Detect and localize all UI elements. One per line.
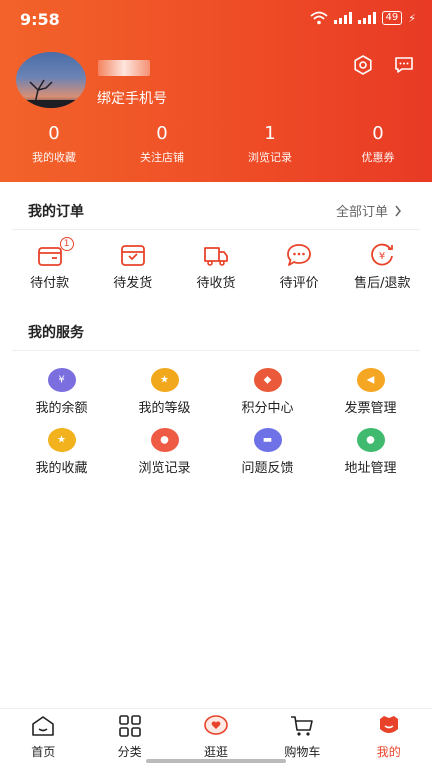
points-icon: ◆	[253, 368, 282, 392]
service-label: 我的收藏	[35, 461, 88, 476]
tab-label: 购物车	[284, 745, 321, 759]
services-title: 我的服务	[28, 325, 84, 341]
service-label: 发票管理	[344, 401, 397, 416]
cart-icon	[291, 716, 314, 736]
service-label: 我的等级	[138, 401, 191, 416]
avatar-image	[16, 79, 86, 108]
level-icon: ★	[150, 368, 179, 392]
status-time: 9:58	[20, 10, 60, 29]
service-label: 我的余额	[35, 401, 88, 416]
stat-value: 0	[156, 123, 168, 144]
services-grid: ¥ 我的余额 ★ 我的等级 ◆ 积分中心 ◀ 发票管理 ★ 我的收藏 ● 浏览记…	[10, 368, 422, 488]
order-pending-shipment[interactable]: 待发货	[94, 242, 172, 291]
order-label: 待收货	[196, 276, 236, 291]
svg-text:¥: ¥	[379, 251, 385, 262]
stat-value: 0	[48, 123, 60, 144]
balance-icon: ¥	[47, 368, 76, 392]
order-label: 待付款	[30, 276, 70, 291]
stat-value: 0	[372, 123, 384, 144]
status-indicators: 49 ⚡	[309, 11, 416, 25]
service-label: 浏览记录	[138, 461, 191, 476]
service-label: 地址管理	[344, 461, 397, 476]
grid-icon	[118, 715, 141, 737]
signal-icon	[357, 12, 376, 24]
charging-icon: ⚡	[408, 11, 416, 25]
signal-icon	[333, 12, 352, 24]
order-label: 售后/退款	[354, 276, 411, 291]
history-icon: ●	[150, 428, 179, 452]
tab-home[interactable]: 首页	[0, 709, 86, 768]
username-redacted	[98, 60, 150, 76]
stat-label: 浏览记录	[248, 151, 292, 164]
order-label: 待评价	[279, 276, 319, 291]
stat-browse-history[interactable]: 1 浏览记录	[216, 124, 324, 165]
stat-followed-shops[interactable]: 0 关注店铺	[108, 124, 216, 165]
chevron-right-icon	[395, 205, 401, 216]
message-icon[interactable]	[393, 54, 415, 76]
status-bar: 9:58 49 ⚡	[0, 0, 432, 38]
home-icon	[32, 716, 54, 736]
order-status-row: 1 待付款 待发货 待收货 待评价 ¥ 售后/退款	[0, 237, 432, 291]
home-indicator	[146, 759, 286, 763]
order-pending-receipt[interactable]: 待收货	[177, 242, 255, 291]
battery-icon: 49	[381, 11, 403, 25]
service-label: 积分中心	[241, 401, 294, 416]
truck-icon	[204, 247, 228, 266]
order-count-badge: 1	[59, 237, 74, 251]
service-balance[interactable]: ¥ 我的余额	[10, 368, 113, 428]
tab-mine[interactable]: 我的	[346, 709, 432, 768]
stat-value: 1	[264, 123, 276, 144]
stat-label: 优惠券	[361, 151, 395, 164]
service-address[interactable]: ● 地址管理	[319, 428, 422, 488]
service-feedback[interactable]: ▬ 问题反馈	[216, 428, 319, 488]
feedback-icon: ▬	[253, 428, 282, 452]
all-orders-label: 全部订单	[335, 205, 388, 220]
profile-header: 9:58 49 ⚡ 绑定手机号 0 我的收藏 0 关注店铺 1 浏览记录 0 优…	[0, 0, 432, 182]
order-pending-review[interactable]: 待评价	[260, 242, 338, 291]
divider	[12, 229, 420, 230]
stat-label: 我的收藏	[32, 151, 76, 164]
stat-coupons[interactable]: 0 优惠券	[324, 124, 432, 165]
tab-label: 我的	[376, 745, 401, 759]
service-label: 问题反馈	[241, 461, 294, 476]
avatar[interactable]	[16, 52, 86, 108]
address-icon: ●	[356, 428, 385, 452]
bind-phone-link[interactable]: 绑定手机号	[97, 88, 167, 108]
orders-title: 我的订单	[28, 204, 84, 220]
wifi-icon	[309, 11, 328, 25]
service-history[interactable]: ● 浏览记录	[113, 428, 216, 488]
comment-icon	[287, 244, 312, 266]
profile-icon	[379, 716, 398, 733]
favorite-icon: ★	[47, 428, 76, 452]
divider	[12, 350, 420, 351]
service-points[interactable]: ◆ 积分中心	[216, 368, 319, 428]
all-orders-link[interactable]: 全部订单	[336, 201, 402, 220]
settings-icon[interactable]	[352, 54, 374, 76]
order-after-sale-refund[interactable]: ¥ 售后/退款	[343, 242, 421, 291]
tab-label: 分类	[117, 745, 142, 759]
service-invoice[interactable]: ◀ 发票管理	[319, 368, 422, 428]
service-level[interactable]: ★ 我的等级	[113, 368, 216, 428]
service-favorites[interactable]: ★ 我的收藏	[10, 428, 113, 488]
tab-label: 首页	[31, 745, 56, 759]
tab-label: 逛逛	[203, 745, 228, 759]
package-icon	[120, 245, 145, 266]
order-label: 待发货	[113, 276, 153, 291]
stat-label: 关注店铺	[140, 151, 184, 164]
stat-favorites[interactable]: 0 我的收藏	[0, 124, 108, 165]
invoice-icon: ◀	[356, 368, 385, 392]
stats-row: 0 我的收藏 0 关注店铺 1 浏览记录 0 优惠券	[0, 124, 432, 165]
refund-icon: ¥	[371, 243, 394, 266]
heart-chat-icon	[204, 715, 228, 735]
order-pending-payment[interactable]: 1 待付款	[11, 237, 89, 291]
